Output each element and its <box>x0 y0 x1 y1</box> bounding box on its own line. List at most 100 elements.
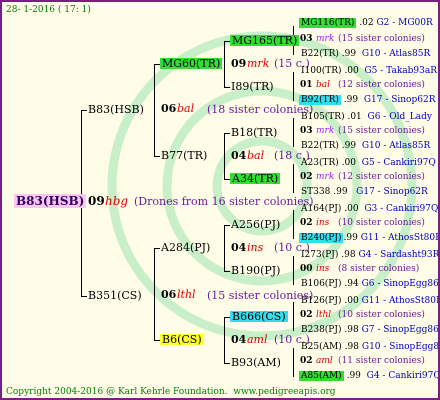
gen5-ref: G6 - SinopEgg86R <box>361 279 440 289</box>
connector-line <box>81 110 87 111</box>
footer-url[interactable]: www.pedigreeapis.org <box>233 387 335 397</box>
gen3-code: ins <box>247 241 264 254</box>
gen5-queen: B22(TR) <box>301 49 339 59</box>
gen5-ref: G7 - SinopEgg86R <box>361 325 440 335</box>
gen5-ref: G4 - Cankiri97Q <box>366 371 440 381</box>
gen5-ref: G11 - AthosSt80R <box>360 233 440 243</box>
root-queen[interactable]: B83(HSB) <box>14 194 87 208</box>
gen4-code: ins <box>316 264 330 274</box>
connector-line <box>293 72 294 101</box>
gen5-queen: B25(AM) <box>301 342 342 352</box>
gen5-entry[interactable]: B105(TR) .01 G6 - Old_Lady <box>301 113 432 122</box>
root-note: (Drones from 16 sister colonies) <box>134 195 314 208</box>
gen4-note: (10 sister colonies) <box>338 218 425 228</box>
pedigree-frame: 28- 1-2016 ( 17: 1) B83(HSB) 09 hbg (Dro… <box>0 0 440 400</box>
gen5-entry[interactable]: B22(TR) .99 G10 - Atlas85R <box>301 142 430 151</box>
gen5-ref: G11 - AthosSt80R <box>361 296 440 306</box>
connector-line <box>293 302 294 331</box>
gen5-entry[interactable]: A164(PJ) .00 G3 - Cankiri97Q <box>301 205 438 214</box>
gen5-entry[interactable]: A23(TR) .00 G5 - Cankiri97Q <box>301 159 436 168</box>
gen5-entry[interactable]: B240(PJ) .99 G11 - AthosSt80R <box>299 233 440 243</box>
gen4-queen[interactable]: B666(CS) <box>230 311 288 322</box>
gen5-ref: G10 - SinopEgg86R <box>361 342 440 352</box>
gen5-queen: MG116(TR) <box>299 18 357 28</box>
gen5-entry[interactable]: B238(PJ) .98 G7 - SinopEgg86R <box>301 325 440 335</box>
gen5-entry[interactable]: B126(PJ) .00 G11 - AthosSt80R <box>301 296 440 306</box>
gen5-entry[interactable]: B22(TR) .99 G10 - Atlas85R <box>301 50 430 59</box>
gen2-note: (15 sister colonies) <box>207 289 314 302</box>
gen3-number: 09 <box>231 57 247 70</box>
gen5-year: .99 <box>346 371 361 381</box>
gen4-note: (15 sister colonies) <box>338 126 425 136</box>
gen5-year: .02 <box>359 18 374 28</box>
connector-line <box>154 156 160 157</box>
gen2-note: (18 sister colonies) <box>207 103 314 116</box>
connector-line <box>81 296 87 297</box>
gen3-code: bal <box>247 149 265 162</box>
gen4-number: 02 <box>300 356 313 366</box>
gen2-queen[interactable]: B83(HSB) <box>88 104 144 115</box>
gen4-note: (8 sister colonies) <box>338 264 420 274</box>
gen4-queen[interactable]: B93(AM) <box>231 357 281 368</box>
gen5-year: .99 <box>341 141 357 151</box>
gen5-queen: I100(TR) <box>301 66 342 76</box>
gen2-number: 06 <box>161 288 177 301</box>
gen3-queen[interactable]: B77(TR) <box>161 150 207 161</box>
gen5-ref: G5 - Cankiri97Q <box>361 158 436 168</box>
gen3-number: 04 <box>231 241 247 254</box>
gen5-entry[interactable]: I273(PJ) .98 G4 - Sardasht93R <box>301 250 438 260</box>
gen2-number: 06 <box>161 102 177 115</box>
gen4-code: mrk <box>316 34 335 44</box>
gen4-code: lthl <box>316 310 332 320</box>
gen4-queen[interactable]: A256(PJ) <box>231 219 280 230</box>
connector-line <box>224 317 225 363</box>
gen5-queen: I273(PJ) <box>301 250 339 260</box>
gen3-queen[interactable]: B6(CS) <box>160 334 204 345</box>
root-number: 09 <box>88 194 105 208</box>
gen3-queen[interactable]: A284(PJ) <box>161 242 210 253</box>
gen5-queen: A23(TR) <box>301 158 339 168</box>
gen2-queen[interactable]: B351(CS) <box>88 290 142 301</box>
gen5-entry[interactable]: B92(TR) .99 G17 - Sinop62R <box>299 95 436 105</box>
gen5-year: .98 <box>341 250 356 260</box>
gen5-year: .99 <box>343 233 358 243</box>
gen4-queen[interactable]: B18(TR) <box>231 127 277 138</box>
gen5-ref: G17 - Sinop62R <box>356 187 428 197</box>
gen5-queen: B126(PJ) <box>301 296 342 306</box>
gen5-entry[interactable]: B106(PJ) .94 G6 - SinopEgg86R <box>301 279 440 289</box>
gen4-number: 02 <box>300 172 313 182</box>
gen4-queen[interactable]: I89(TR) <box>231 81 274 92</box>
gen5-queen: B240(PJ) <box>299 233 344 243</box>
gen4-note: (12 sister colonies) <box>338 80 425 90</box>
gen5-year: .00 <box>341 158 356 168</box>
connector-line <box>224 225 225 271</box>
gen5-entry[interactable]: I100(TR) .00 G5 - Takab93aR <box>301 67 437 76</box>
gen4-note: (10 sister colonies) <box>338 310 425 320</box>
connector-line <box>224 41 225 87</box>
gen5-ref: G10 - Atlas85R <box>361 49 431 59</box>
gen4-queen[interactable]: MG165(TR) <box>230 35 300 46</box>
root-code: hbg <box>105 194 129 208</box>
gen5-entry[interactable]: B25(AM) .98 G10 - SinopEgg86R <box>301 342 440 352</box>
gen5-entry[interactable]: ST338 .99 G17 - Sinop62R <box>301 188 428 197</box>
gen4-number: 01 <box>300 80 313 90</box>
connector-line <box>293 210 294 239</box>
connector-line <box>224 87 230 88</box>
gen5-entry[interactable]: A85(AM) .99 G4 - Cankiri97Q <box>299 371 440 381</box>
gen5-ref: G3 - Cankiri97Q <box>364 204 439 214</box>
connector-line <box>154 64 155 156</box>
gen4-number: 00 <box>300 264 313 274</box>
gen3-queen[interactable]: MG60(TR) <box>160 58 223 69</box>
gen4-queen[interactable]: B190(PJ) <box>231 265 280 276</box>
gen5-ref: G5 - Takab93aR <box>364 66 438 76</box>
connector-line <box>154 248 160 249</box>
gen4-note: (11 sister colonies) <box>338 356 425 366</box>
gen4-queen[interactable]: A34(TR) <box>230 173 281 184</box>
header-date: 28- 1-2016 ( 17: 1) <box>6 5 91 15</box>
gen5-queen: A164(PJ) <box>301 204 342 214</box>
gen2-code: bal <box>177 102 195 115</box>
gen5-ref: G17 - Sinop62R <box>363 95 436 105</box>
gen5-entry[interactable]: MG116(TR) .02 G2 - MG00R <box>299 18 433 28</box>
gen5-queen: B106(PJ) <box>301 279 342 289</box>
connector-line <box>293 164 294 193</box>
